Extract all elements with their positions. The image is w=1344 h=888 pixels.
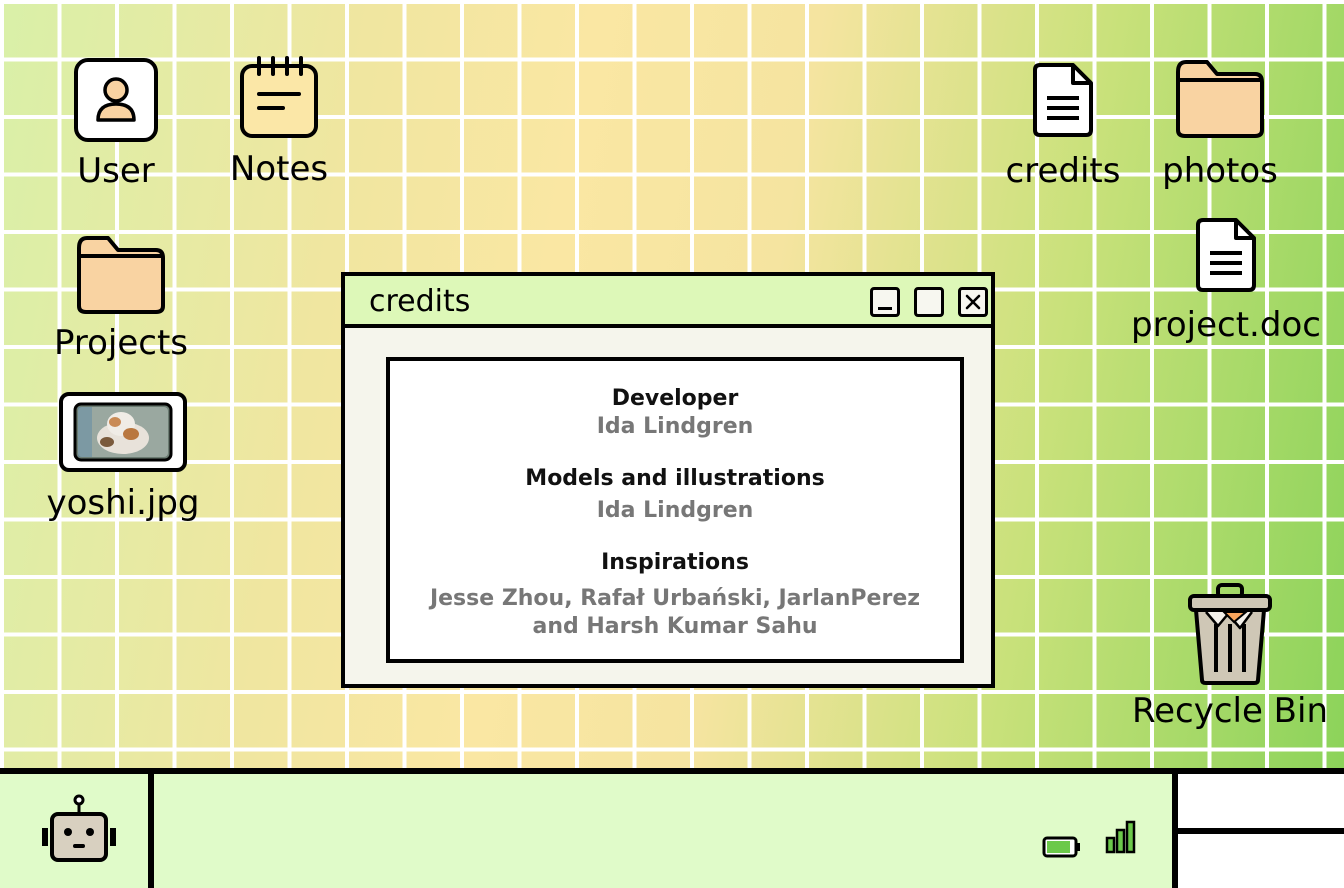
desktop-icon-label: project.doc (1131, 305, 1321, 345)
start-button[interactable] (0, 774, 154, 888)
battery-level-fill (1047, 841, 1070, 853)
desktop-icon-label: Notes (229, 149, 329, 189)
section-text: Jesse Zhou, Rafał Urbański, JarlanPerez (429, 586, 921, 611)
signal-bar (1115, 828, 1126, 854)
desktop-icon-notes[interactable]: Notes (224, 56, 334, 186)
folder-icon (1175, 58, 1265, 138)
section-heading: Inspirations (601, 550, 749, 575)
section-text: Ida Lindgren (596, 414, 754, 439)
credits-section-developer: Developer Ida Lindgren (390, 385, 960, 441)
credits-window[interactable]: credits Developer Ida Lindgren Models an… (341, 272, 995, 688)
minimize-icon (878, 307, 892, 310)
desktop-icon-label: photos (1162, 151, 1278, 191)
credits-section-models: Models and illustrations Ida Lindgren (390, 465, 960, 525)
taskbar (0, 768, 1344, 888)
taskbar-tray (1172, 774, 1344, 888)
signal-icon (1105, 820, 1137, 854)
document-icon (1194, 216, 1258, 294)
folder-icon (76, 234, 166, 314)
section-heading: Models and illustrations (525, 466, 825, 491)
image-icon (59, 392, 187, 472)
user-icon (74, 58, 158, 142)
credits-content: Developer Ida Lindgren Models and illust… (386, 357, 964, 663)
desktop-icon-project-doc[interactable]: project.doc (1128, 216, 1324, 342)
desktop-icon-yoshi[interactable]: yoshi.jpg (42, 392, 204, 520)
desktop-icon-projects[interactable]: Projects (50, 234, 192, 360)
credits-section-inspirations: Inspirations Jesse Zhou, Rafał Urbański,… (390, 549, 960, 641)
desktop-icon-label: credits (1005, 151, 1121, 191)
desktop-icon-label: User (77, 151, 155, 191)
minimize-button[interactable] (870, 287, 900, 317)
section-text: Ida Lindgren (596, 498, 754, 523)
desktop-icon-label: yoshi.jpg (46, 483, 200, 523)
desktop-icon-credits[interactable]: credits (1002, 62, 1124, 188)
document-icon (1031, 62, 1095, 138)
window-title: credits (369, 284, 471, 319)
trash-icon (1186, 582, 1274, 686)
maximize-button[interactable] (914, 287, 944, 317)
signal-bar (1105, 836, 1116, 854)
robot-icon (40, 794, 118, 866)
section-heading: Developer (611, 386, 739, 411)
close-icon (964, 293, 982, 311)
desktop-icon-label: Projects (53, 323, 189, 363)
close-button[interactable] (958, 287, 988, 317)
desktop-icon-label: Recycle Bin (1131, 691, 1328, 731)
desktop-icon-photos[interactable]: photos (1156, 58, 1284, 188)
signal-bar (1125, 820, 1136, 854)
desktop-icon-user[interactable]: User (66, 58, 166, 188)
section-text: and Harsh Kumar Sahu (532, 614, 818, 639)
notes-icon (239, 56, 319, 140)
window-titlebar[interactable]: credits (345, 276, 991, 328)
desktop-icon-recycle-bin[interactable]: Recycle Bin (1130, 582, 1330, 728)
battery-icon (1042, 836, 1082, 858)
tray-divider (1178, 828, 1344, 834)
